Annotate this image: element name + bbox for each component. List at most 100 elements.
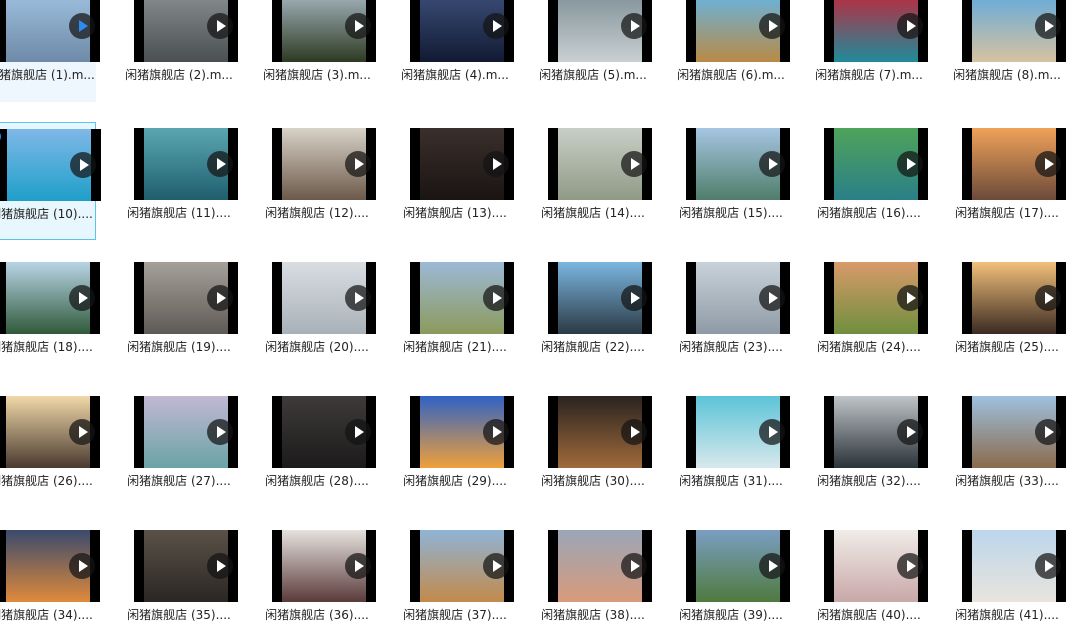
play-icon[interactable] <box>897 151 923 177</box>
video-file-item[interactable]: 闲猪旗舰店 (15).... <box>676 122 790 240</box>
file-name-label: 闲猪旗舰店 (30).... <box>541 474 645 488</box>
play-icon[interactable] <box>759 13 785 39</box>
video-file-item[interactable]: 闲猪旗舰店 (19).... <box>124 256 238 374</box>
play-icon[interactable] <box>345 419 371 445</box>
video-thumbnail <box>134 262 238 334</box>
play-icon[interactable] <box>207 151 233 177</box>
play-icon[interactable] <box>897 419 923 445</box>
play-icon[interactable] <box>70 152 96 178</box>
file-name-label: 闲猪旗舰店 (8).m... <box>953 68 1061 82</box>
video-thumbnail <box>824 262 928 334</box>
video-file-item[interactable]: 闲猪旗舰店 (16).... <box>814 122 928 240</box>
video-thumbnail <box>548 0 652 62</box>
video-file-item[interactable]: 闲猪旗舰店 (33).... <box>952 390 1066 508</box>
play-icon[interactable] <box>1035 13 1061 39</box>
video-file-item[interactable]: 闲猪旗舰店 (6).m... <box>676 0 790 102</box>
video-file-item[interactable]: 闲猪旗舰店 (20).... <box>262 256 376 374</box>
file-name-label: 闲猪旗舰店 (13).... <box>403 206 507 220</box>
video-file-item[interactable]: 闲猪旗舰店 (1).m... <box>0 0 100 102</box>
video-file-item[interactable]: 闲猪旗舰店 (27).... <box>124 390 238 508</box>
play-icon[interactable] <box>621 419 647 445</box>
video-file-item[interactable]: 闲猪旗舰店 (37).... <box>400 524 514 642</box>
video-file-item[interactable]: 闲猪旗舰店 (2).m... <box>124 0 238 102</box>
play-icon[interactable] <box>69 419 95 445</box>
play-icon[interactable] <box>345 285 371 311</box>
video-file-item[interactable]: 闲猪旗舰店 (23).... <box>676 256 790 374</box>
video-file-item[interactable]: 闲猪旗舰店 (41).... <box>952 524 1066 642</box>
play-icon[interactable] <box>897 285 923 311</box>
video-file-item[interactable]: 闲猪旗舰店 (30).... <box>538 390 652 508</box>
video-file-item[interactable]: 闲猪旗舰店 (29).... <box>400 390 514 508</box>
play-icon[interactable] <box>897 13 923 39</box>
play-icon[interactable] <box>207 13 233 39</box>
video-file-item[interactable]: 闲猪旗舰店 (31).... <box>676 390 790 508</box>
video-thumbnail <box>0 262 100 334</box>
play-icon[interactable] <box>483 285 509 311</box>
file-name-label: 闲猪旗舰店 (12).... <box>265 206 369 220</box>
video-file-item[interactable]: 闲猪旗舰店 (17).... <box>952 122 1066 240</box>
play-icon[interactable] <box>69 13 95 39</box>
play-icon[interactable] <box>483 13 509 39</box>
play-icon[interactable] <box>759 553 785 579</box>
play-icon[interactable] <box>207 285 233 311</box>
play-icon[interactable] <box>345 151 371 177</box>
video-file-item[interactable]: 闲猪旗舰店 (4).m... <box>400 0 514 102</box>
play-icon[interactable] <box>345 553 371 579</box>
video-file-item[interactable]: 闲猪旗舰店 (35).... <box>124 524 238 642</box>
file-name-label: 闲猪旗舰店 (28).... <box>265 474 369 488</box>
play-icon[interactable] <box>759 419 785 445</box>
video-file-item[interactable]: 闲猪旗舰店 (26).... <box>0 390 100 508</box>
video-thumbnail <box>686 530 790 602</box>
play-icon[interactable] <box>759 285 785 311</box>
video-file-item[interactable]: 闲猪旗舰店 (40).... <box>814 524 928 642</box>
video-file-item[interactable]: 闲猪旗舰店 (22).... <box>538 256 652 374</box>
video-file-item[interactable]: 闲猪旗舰店 (34).... <box>0 524 100 642</box>
file-name-label: 闲猪旗舰店 (34).... <box>0 608 93 622</box>
video-thumbnail <box>134 0 238 62</box>
play-icon[interactable] <box>897 553 923 579</box>
video-file-item[interactable]: 闲猪旗舰店 (38).... <box>538 524 652 642</box>
file-name-label: 闲猪旗舰店 (11).... <box>127 206 231 220</box>
video-file-item[interactable]: 闲猪旗舰店 (13).... <box>400 122 514 240</box>
play-icon[interactable] <box>1035 285 1061 311</box>
play-icon[interactable] <box>621 553 647 579</box>
play-icon[interactable] <box>207 419 233 445</box>
video-file-item[interactable]: 闲猪旗舰店 (32).... <box>814 390 928 508</box>
video-file-item[interactable]: 闲猪旗舰店 (25).... <box>952 256 1066 374</box>
play-icon[interactable] <box>1035 553 1061 579</box>
play-icon[interactable] <box>483 151 509 177</box>
file-name-label: 闲猪旗舰店 (14).... <box>541 206 645 220</box>
video-file-item[interactable]: 闲猪旗舰店 (24).... <box>814 256 928 374</box>
play-icon[interactable] <box>621 285 647 311</box>
video-file-item[interactable]: 闲猪旗舰店 (39).... <box>676 524 790 642</box>
video-file-item[interactable]: 闲猪旗舰店 (12).... <box>262 122 376 240</box>
file-name-label: 闲猪旗舰店 (22).... <box>541 340 645 354</box>
video-thumbnail <box>824 396 928 468</box>
video-file-item[interactable]: 闲猪旗舰店 (5).m... <box>538 0 652 102</box>
play-icon[interactable] <box>1035 151 1061 177</box>
video-file-item[interactable]: 闲猪旗舰店 (7).m... <box>814 0 928 102</box>
file-name-label: 闲猪旗舰店 (27).... <box>127 474 231 488</box>
play-icon[interactable] <box>483 419 509 445</box>
play-icon[interactable] <box>69 553 95 579</box>
video-file-item[interactable]: 闲猪旗舰店 (3).m... <box>262 0 376 102</box>
file-name-label: 闲猪旗舰店 (39).... <box>679 608 783 622</box>
video-file-item[interactable]: 闲猪旗舰店 (14).... <box>538 122 652 240</box>
video-file-item[interactable]: 闲猪旗舰店 (28).... <box>262 390 376 508</box>
video-file-item[interactable]: 闲猪旗舰店 (18).... <box>0 256 100 374</box>
play-icon[interactable] <box>345 13 371 39</box>
play-icon[interactable] <box>1035 419 1061 445</box>
video-file-item[interactable]: 闲猪旗舰店 (10).... <box>0 122 101 240</box>
play-icon[interactable] <box>621 13 647 39</box>
play-icon[interactable] <box>483 553 509 579</box>
video-file-item[interactable]: 闲猪旗舰店 (21).... <box>400 256 514 374</box>
video-file-item[interactable]: 闲猪旗舰店 (11).... <box>124 122 238 240</box>
file-name-label: 闲猪旗舰店 (17).... <box>955 206 1059 220</box>
play-icon[interactable] <box>621 151 647 177</box>
play-icon[interactable] <box>207 553 233 579</box>
video-file-item[interactable]: 闲猪旗舰店 (36).... <box>262 524 376 642</box>
play-icon[interactable] <box>759 151 785 177</box>
play-icon[interactable] <box>69 285 95 311</box>
file-name-label: 闲猪旗舰店 (15).... <box>679 206 783 220</box>
video-file-item[interactable]: 闲猪旗舰店 (8).m... <box>952 0 1066 102</box>
